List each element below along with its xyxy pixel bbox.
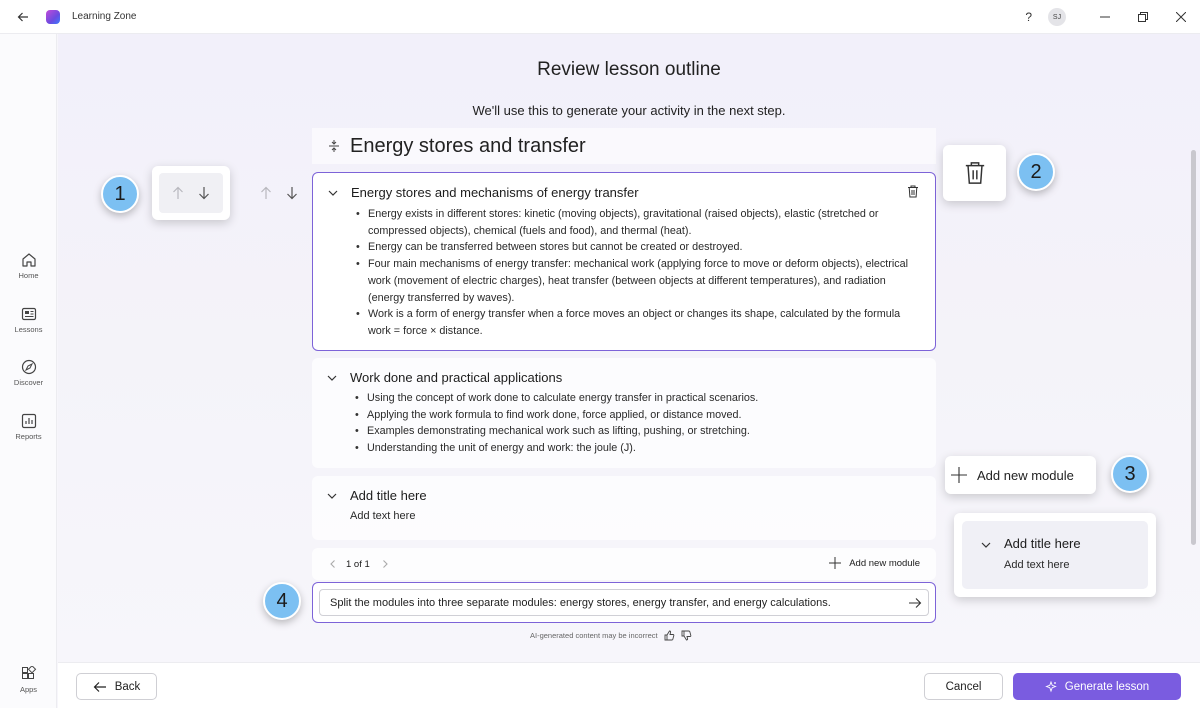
reports-icon	[21, 413, 36, 429]
bullet-item: Energy can be transferred between stores…	[356, 239, 913, 256]
trash-icon[interactable]	[907, 185, 919, 198]
thumbs-down-icon[interactable]	[681, 630, 692, 641]
lesson-header: Energy stores and transfer	[312, 128, 936, 164]
callout-add-module-box: Add new module	[945, 456, 1096, 494]
restore-icon[interactable]	[1124, 0, 1162, 34]
generate-label: Generate lesson	[1064, 680, 1150, 693]
callout-new-module-box: Add title here Add text here	[954, 513, 1156, 597]
module-pager: 1 of 1 Add new module	[312, 548, 936, 580]
sparkle-icon	[1044, 680, 1057, 692]
thumbs-up-icon[interactable]	[664, 630, 675, 641]
lessons-icon	[21, 307, 36, 321]
bullet-item: Work is a form of energy transfer when a…	[356, 306, 913, 339]
back-arrow-icon[interactable]	[14, 8, 32, 26]
nav-rail: Home Lessons Discover Reports Apps	[0, 34, 57, 708]
disclaimer-text: AI-generated content may be incorrect	[530, 631, 658, 640]
plus-icon	[829, 557, 842, 569]
avatar[interactable]: SJ	[1048, 8, 1066, 26]
bullet-item: Four main mechanisms of energy transfer:…	[356, 256, 913, 306]
bullet-item: Energy exists in different stores: kinet…	[356, 206, 913, 239]
app-logo-icon	[46, 9, 60, 24]
add-module-label: Add new module	[849, 557, 920, 569]
module-title[interactable]: Work done and practical applications	[350, 370, 562, 385]
collapse-all-icon[interactable]	[324, 139, 344, 153]
callout-number: 1	[101, 175, 139, 213]
chevron-down-icon[interactable]	[327, 187, 339, 199]
rail-item-home[interactable]: Home	[0, 252, 57, 280]
rail-item-label: Apps	[19, 685, 38, 694]
chevron-down-icon[interactable]	[326, 372, 338, 384]
chevron-down-icon	[981, 542, 991, 548]
ai-disclaimer: AI-generated content may be incorrect	[530, 630, 692, 641]
module-card[interactable]: Work done and practical applications Usi…	[312, 358, 936, 468]
move-down-icon	[199, 187, 209, 200]
chevron-left-icon[interactable]	[328, 559, 338, 569]
callout-add-module-label: Add new module	[977, 467, 1074, 483]
module-card[interactable]: Add title here Add text here	[312, 476, 936, 540]
prompt-box: Split the modules into three separate mo…	[312, 582, 936, 623]
callout-delete-box	[943, 145, 1006, 201]
callout-reorder-box	[152, 166, 230, 220]
minimize-icon[interactable]	[1086, 0, 1124, 34]
rail-item-lessons[interactable]: Lessons	[0, 306, 57, 334]
apps-icon	[21, 666, 36, 679]
home-icon	[21, 253, 36, 267]
chevron-right-icon[interactable]	[380, 559, 390, 569]
rail-item-discover[interactable]: Discover	[0, 359, 57, 387]
footer-bar: Back Cancel Generate lesson	[58, 662, 1200, 708]
plus-icon	[951, 467, 967, 483]
generate-lesson-button[interactable]: Generate lesson	[1013, 673, 1181, 700]
callout-number: 3	[1111, 455, 1149, 493]
rail-item-label: Reports	[15, 432, 42, 441]
lesson-title[interactable]: Energy stores and transfer	[350, 135, 586, 158]
rail-item-label: Discover	[13, 378, 44, 387]
callout-number: 2	[1017, 153, 1055, 191]
module-title[interactable]: Add title here	[350, 488, 427, 503]
module-card[interactable]: Energy stores and mechanisms of energy t…	[312, 172, 936, 351]
add-module-button[interactable]: Add new module	[829, 557, 920, 569]
bullet-item: Applying the work formula to find work d…	[355, 407, 912, 424]
back-button[interactable]: Back	[76, 673, 157, 700]
module-text[interactable]: Add text here	[350, 510, 415, 522]
page-title: Review lesson outline	[537, 59, 721, 80]
close-icon[interactable]	[1162, 0, 1200, 34]
rail-item-apps[interactable]: Apps	[0, 666, 57, 694]
send-arrow-icon[interactable]	[908, 596, 922, 610]
move-up-icon[interactable]	[259, 186, 273, 200]
module-title[interactable]: Energy stores and mechanisms of energy t…	[351, 185, 639, 200]
callout-number: 4	[263, 582, 301, 620]
callout-new-text: Add text here	[1004, 559, 1070, 571]
app-title: Learning Zone	[72, 11, 137, 22]
trash-icon	[965, 162, 984, 184]
title-bar: Learning Zone ? SJ	[0, 0, 1200, 34]
module-bullets: Energy exists in different stores: kinet…	[356, 206, 913, 340]
bullet-item: Examples demonstrating mechanical work s…	[355, 423, 912, 440]
module-bullets: Using the concept of work done to calcul…	[355, 390, 912, 457]
rail-item-label: Lessons	[14, 325, 43, 334]
cancel-button[interactable]: Cancel	[924, 673, 1003, 700]
prompt-input[interactable]: Split the modules into three separate mo…	[319, 589, 929, 616]
bullet-item: Using the concept of work done to calcul…	[355, 390, 912, 407]
bullet-item: Understanding the unit of energy and wor…	[355, 440, 912, 457]
callout-new-title: Add title here	[1004, 536, 1081, 551]
move-up-icon	[173, 186, 183, 199]
prompt-value: Split the modules into three separate mo…	[330, 596, 831, 609]
page-subtitle: We'll use this to generate your activity…	[472, 103, 786, 118]
rail-item-label: Home	[18, 271, 39, 280]
arrow-left-icon	[93, 681, 106, 692]
discover-icon	[21, 359, 36, 375]
help-icon[interactable]: ?	[1025, 10, 1032, 24]
move-down-icon[interactable]	[285, 186, 299, 200]
scrollbar[interactable]	[1191, 150, 1196, 545]
back-label: Back	[114, 680, 141, 693]
chevron-down-icon[interactable]	[326, 490, 338, 502]
page-indicator: 1 of 1	[346, 559, 370, 570]
reorder-controls	[259, 186, 299, 200]
rail-item-reports[interactable]: Reports	[0, 413, 57, 441]
